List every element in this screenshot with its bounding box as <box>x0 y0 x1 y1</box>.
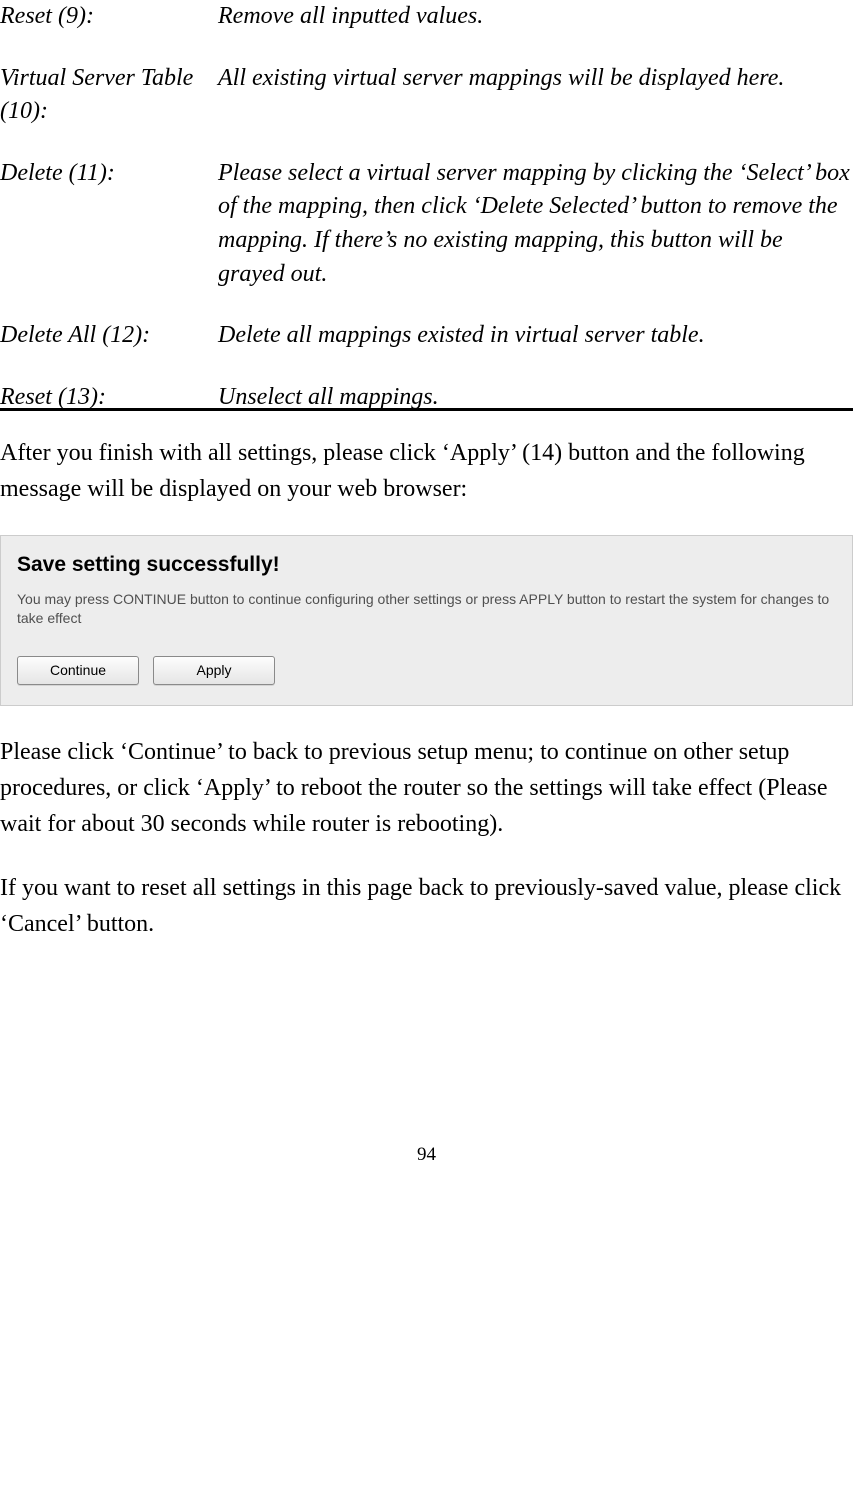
term-label: Delete All (12): <box>0 319 218 353</box>
definition-row: Virtual Server Table (10): All existing … <box>0 62 853 129</box>
dialog-text: You may press CONTINUE button to continu… <box>17 590 836 628</box>
body-paragraph: If you want to reset all settings in thi… <box>0 870 853 942</box>
term-desc: All existing virtual server mappings wil… <box>218 62 853 129</box>
definition-row: Reset (13): Unselect all mappings. <box>0 381 853 415</box>
term-label: Delete (11): <box>0 157 218 291</box>
definition-row: Delete (11): Please select a virtual ser… <box>0 157 853 291</box>
term-desc: Unselect all mappings. <box>218 381 853 415</box>
body-paragraph: After you finish with all settings, plea… <box>0 435 853 507</box>
term-desc: Delete all mappings existed in virtual s… <box>218 319 853 353</box>
body-paragraph: Please click ‘Continue’ to back to previ… <box>0 734 853 842</box>
term-desc: Please select a virtual server mapping b… <box>218 157 853 291</box>
apply-button[interactable]: Apply <box>153 656 275 686</box>
term-label: Reset (13): <box>0 381 218 415</box>
definition-row: Reset (9): Remove all inputted values. <box>0 0 853 34</box>
term-desc: Remove all inputted values. <box>218 0 853 34</box>
dialog-button-row: Continue Apply <box>17 656 836 686</box>
save-dialog: Save setting successfully! You may press… <box>0 535 853 706</box>
term-label: Reset (9): <box>0 0 218 34</box>
term-label: Virtual Server Table (10): <box>0 62 218 129</box>
definition-row: Delete All (12): Delete all mappings exi… <box>0 319 853 353</box>
dialog-title: Save setting successfully! <box>17 550 836 579</box>
page-number: 94 <box>0 1142 853 1169</box>
continue-button[interactable]: Continue <box>17 656 139 686</box>
